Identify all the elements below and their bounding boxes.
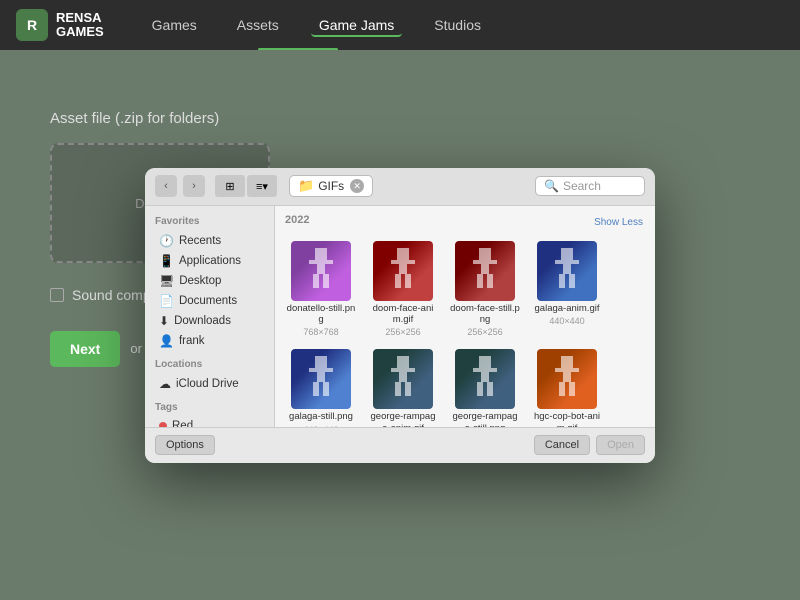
dialog-toolbar: ‹ › ⊞ ≡▾ 📁 GIFs ✕ 🔍 Search: [145, 168, 655, 206]
cancel-button[interactable]: Cancel: [534, 435, 590, 455]
next-button[interactable]: Next: [50, 331, 120, 367]
search-box[interactable]: 🔍 Search: [535, 176, 645, 196]
sound-compilation-checkbox[interactable]: [50, 288, 64, 302]
frank-icon: 👤: [159, 334, 174, 348]
list-view-button[interactable]: ≡▾: [247, 175, 277, 197]
icloud-icon: ☁: [159, 377, 171, 391]
footer-actions: Cancel Open: [534, 435, 645, 455]
file-name: galaga-still.png: [289, 411, 353, 422]
file-item[interactable]: galaga-anim.gif 440×440: [529, 238, 605, 341]
file-item[interactable]: galaga-still.png440×440: [283, 346, 359, 426]
sidebar-item-icloud[interactable]: ☁ iCloud Drive: [149, 374, 270, 394]
folder-name: GIFs: [318, 179, 344, 193]
file-item[interactable]: donatello-still.png768×768: [283, 238, 359, 341]
nav-studios[interactable]: Studios: [426, 13, 489, 37]
folder-icon: 📁: [298, 178, 314, 194]
grid-view-button[interactable]: ⊞: [215, 175, 245, 197]
file-name: donatello-still.png: [286, 303, 356, 326]
nav-games[interactable]: Games: [144, 13, 205, 37]
file-size: 256×256: [385, 327, 420, 337]
logo-icon: R: [16, 9, 48, 41]
file-dialog: ‹ › ⊞ ≡▾ 📁 GIFs ✕ 🔍 Search Favorites: [145, 168, 655, 463]
recents-icon: 🕐: [159, 234, 174, 248]
dialog-body: Favorites 🕐 Recents 📱 Applications 🖥 Des…: [145, 206, 655, 427]
frank-label: frank: [179, 335, 205, 347]
top-nav: R RENSA GAMES Games Assets Game Jams Stu…: [0, 0, 800, 50]
file-name: hgc-cop-bot-anim.gif: [532, 411, 602, 426]
favorites-title: Favorites: [145, 214, 274, 231]
back-button[interactable]: ‹: [155, 175, 177, 197]
recents-label: Recents: [179, 235, 221, 247]
documents-icon: 📄: [159, 294, 174, 308]
search-icon: 🔍: [544, 179, 559, 193]
file-name: george-rampage-still.png: [450, 411, 520, 426]
file-size: 256×256: [467, 327, 502, 337]
sidebar-item-applications[interactable]: 📱 Applications: [149, 251, 270, 271]
downloads-label: Downloads: [174, 315, 231, 327]
logo-text: RENSA GAMES: [56, 11, 104, 40]
file-name: galaga-anim.gif: [535, 303, 600, 314]
sidebar-item-documents[interactable]: 📄 Documents: [149, 291, 270, 311]
icloud-label: iCloud Drive: [176, 378, 239, 390]
applications-label: Applications: [179, 255, 241, 267]
nav-game-jams[interactable]: Game Jams: [311, 13, 402, 37]
tag-red-label: Red: [172, 420, 193, 427]
dialog-file-area: 2022 Show Less donatello-still.png768×76…: [275, 206, 655, 427]
search-placeholder: Search: [563, 179, 601, 193]
downloads-icon: ⬇: [159, 314, 169, 328]
asset-file-label: Asset file (.zip for folders): [50, 110, 219, 127]
file-size: 768×768: [303, 327, 338, 337]
options-button[interactable]: Options: [155, 435, 215, 455]
clear-folder-button[interactable]: ✕: [350, 179, 364, 193]
documents-label: Documents: [179, 295, 237, 307]
open-button[interactable]: Open: [596, 435, 645, 455]
sidebar-item-tag-red[interactable]: Red: [149, 417, 270, 427]
tags-title: Tags: [145, 400, 274, 417]
locations-title: Locations: [145, 357, 274, 374]
dialog-footer: Options Cancel Open: [145, 427, 655, 463]
nav-assets[interactable]: Assets: [229, 13, 287, 37]
sidebar-item-frank[interactable]: 👤 frank: [149, 331, 270, 351]
dialog-sidebar: Favorites 🕐 Recents 📱 Applications 🖥 Des…: [145, 206, 275, 427]
sidebar-item-recents[interactable]: 🕐 Recents: [149, 231, 270, 251]
show-less-button[interactable]: Show Less: [594, 217, 643, 228]
files-grid: donatello-still.png768×768doom-face-anim…: [283, 238, 647, 427]
desktop-icon: 🖥: [159, 274, 174, 288]
file-name: doom-face-still.png: [450, 303, 520, 326]
file-size: 440×440: [549, 316, 584, 326]
file-item[interactable]: doom-face-still.png256×256: [447, 238, 523, 341]
year-label: 2022: [285, 214, 309, 226]
file-item[interactable]: george-rampage-still.png896×896: [447, 346, 523, 426]
applications-icon: 📱: [159, 254, 174, 268]
desktop-label: Desktop: [179, 275, 221, 287]
sidebar-item-downloads[interactable]: ⬇ Downloads: [149, 311, 270, 331]
current-folder: 📁 GIFs ✕: [289, 175, 373, 197]
logo: R RENSA GAMES: [16, 9, 104, 41]
file-name: doom-face-anim.gif: [368, 303, 438, 326]
file-item[interactable]: doom-face-anim.gif256×256: [365, 238, 441, 341]
file-item[interactable]: hgc-cop-bot-anim.gif512×512: [529, 346, 605, 426]
sidebar-item-desktop[interactable]: 🖥 Desktop: [149, 271, 270, 291]
file-name: george-rampage-anim.gif: [368, 411, 438, 426]
file-item[interactable]: george-rampage-anim.gif896×896: [365, 346, 441, 426]
view-toggle: ⊞ ≡▾: [215, 175, 277, 197]
forward-button[interactable]: ›: [183, 175, 205, 197]
